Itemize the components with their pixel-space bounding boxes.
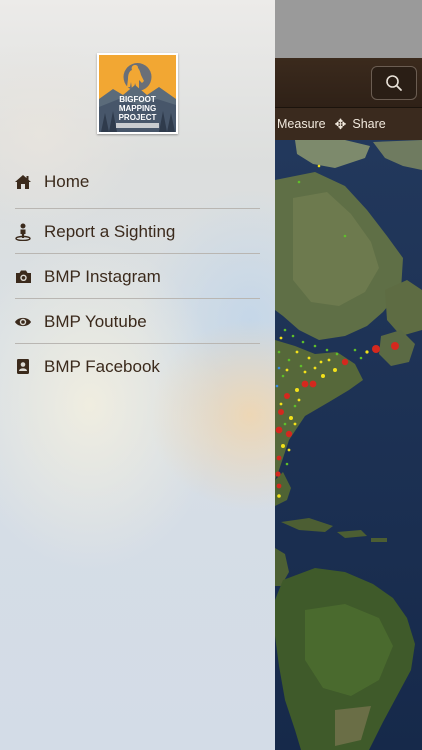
measure-label: Measure — [277, 117, 326, 131]
menu-label-facebook: BMP Facebook — [44, 356, 160, 376]
logo-line-3: PROJECT — [119, 113, 157, 122]
menu-label-instagram: BMP Instagram — [44, 266, 161, 286]
menu-item-youtube[interactable]: BMP Youtube — [0, 299, 275, 344]
camera-icon — [14, 268, 32, 286]
contact-book-icon — [14, 358, 32, 376]
share-label: Share — [352, 117, 386, 131]
menu-label-youtube: BMP Youtube — [44, 311, 147, 331]
eye-icon — [14, 313, 32, 331]
menu-item-home[interactable]: Home — [0, 155, 275, 209]
map-header — [275, 58, 422, 108]
menu-item-report-sighting[interactable]: Report a Sighting — [0, 209, 275, 254]
share-icon: ✥ — [334, 116, 347, 132]
status-bar-strip — [275, 0, 422, 58]
search-button[interactable] — [371, 66, 417, 100]
map-pane[interactable]: Measure ✥ Share — [275, 0, 422, 750]
measure-tool[interactable]: Measure — [277, 117, 326, 131]
map-toolbar: Measure ✥ Share — [275, 108, 422, 140]
menu-label-home: Home — [44, 172, 90, 191]
share-tool[interactable]: ✥ Share — [335, 117, 386, 131]
person-pin-icon — [14, 223, 32, 241]
side-drawer: BIGFOOT MAPPING PROJECT Home Report a Si… — [0, 0, 275, 750]
menu-label-report-sighting: Report a Sighting — [44, 221, 176, 241]
drawer-menu: Home Report a Sighting BMP Instagram BMP… — [0, 155, 275, 389]
menu-item-instagram[interactable]: BMP Instagram — [0, 254, 275, 299]
menu-item-facebook[interactable]: BMP Facebook — [0, 344, 275, 389]
logo-line-2: MAPPING — [119, 104, 156, 113]
search-icon — [386, 75, 402, 91]
logo-line-1: BIGFOOT — [119, 95, 156, 104]
bigfoot-logo: BIGFOOT MAPPING PROJECT — [97, 53, 178, 134]
satellite-map[interactable] — [275, 140, 422, 750]
home-icon — [14, 173, 32, 191]
